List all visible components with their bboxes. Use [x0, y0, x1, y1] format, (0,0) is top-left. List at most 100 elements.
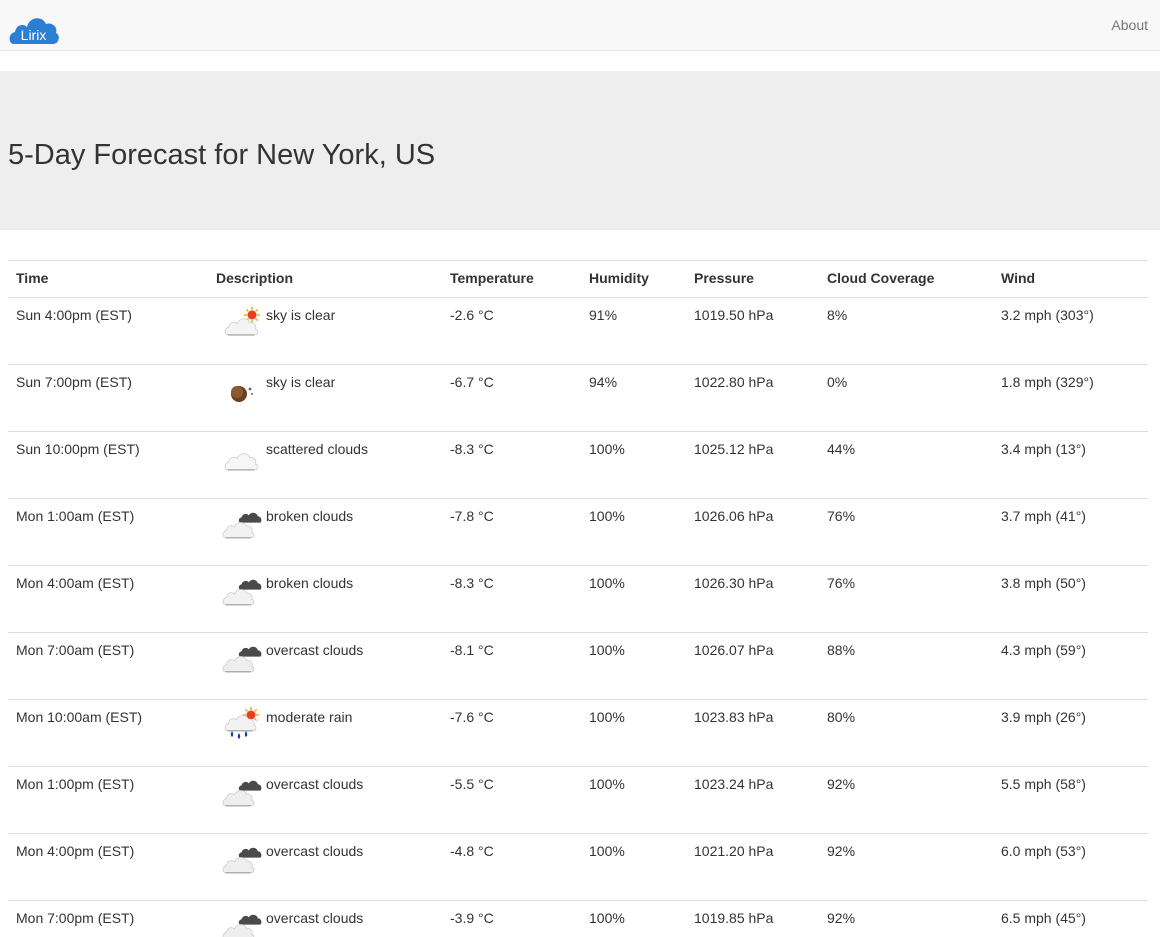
brand-logo[interactable]: Lirix — [8, 14, 59, 44]
cell-wind: 6.0 mph (53°) — [993, 833, 1148, 901]
col-header-time: Time — [8, 260, 208, 298]
cell-description: overcast clouds — [208, 833, 442, 901]
clear-day-icon — [224, 307, 260, 336]
table-row: Sun 10:00pm (EST) scattered clouds -8.3 °C… — [8, 431, 1148, 499]
cell-wind: 3.4 mph (13°) — [993, 431, 1148, 499]
cell-wind: 1.8 mph (329°) — [993, 364, 1148, 432]
broken-clouds-icon — [222, 579, 262, 606]
overcast-clouds-icon — [222, 914, 262, 937]
cell-temperature: -7.8 °C — [442, 498, 581, 566]
table-row: Sun 7:00pm (EST) sky is clear -6.7 °C 94% 10… — [8, 364, 1148, 432]
cell-pressure: 1023.24 hPa — [686, 766, 819, 834]
cell-description: broken clouds — [208, 565, 442, 633]
overcast-clouds-icon — [222, 847, 262, 874]
cell-time: Mon 4:00pm (EST) — [8, 833, 208, 901]
description-text: moderate rain — [266, 709, 353, 725]
table-header-row: Time Description Temperature Humidity Pr… — [8, 260, 1148, 298]
col-header-temperature: Temperature — [442, 260, 581, 298]
cell-humidity: 100% — [581, 498, 686, 566]
page-header: 5-Day Forecast for New York, US — [0, 71, 1160, 230]
cell-pressure: 1022.80 hPa — [686, 364, 819, 432]
cell-humidity: 94% — [581, 364, 686, 432]
cell-time: Mon 4:00am (EST) — [8, 565, 208, 633]
cell-time: Sun 7:00pm (EST) — [8, 364, 208, 432]
description-text: overcast clouds — [266, 843, 364, 859]
cell-cloud-coverage: 88% — [819, 632, 993, 700]
cell-humidity: 100% — [581, 699, 686, 767]
cell-time: Sun 4:00pm (EST) — [8, 297, 208, 365]
cell-pressure: 1021.20 hPa — [686, 833, 819, 901]
cell-wind: 4.3 mph (59°) — [993, 632, 1148, 700]
forecast-table: Time Description Temperature Humidity Pr… — [8, 260, 1148, 937]
cell-time: Sun 10:00pm (EST) — [8, 431, 208, 499]
col-header-pressure: Pressure — [686, 260, 819, 298]
cell-cloud-coverage: 44% — [819, 431, 993, 499]
table-row: Mon 10:00am (EST) moderate rain -7.6 °C 100… — [8, 699, 1148, 767]
description-text: broken clouds — [266, 508, 354, 524]
description-wrap: broken clouds — [216, 508, 434, 539]
cell-temperature: -2.6 °C — [442, 297, 581, 365]
description-wrap: overcast clouds — [216, 776, 434, 807]
cell-humidity: 100% — [581, 900, 686, 937]
forecast-table-body: Sun 4:00pm (EST) sky is clear -2.6 °C 91% 10… — [8, 297, 1148, 937]
cell-humidity: 100% — [581, 632, 686, 700]
cell-humidity: 100% — [581, 833, 686, 901]
brand-name: Lirix — [20, 27, 47, 43]
nav-about-link[interactable]: About — [1111, 16, 1148, 34]
cell-humidity: 100% — [581, 565, 686, 633]
cell-pressure: 1019.85 hPa — [686, 900, 819, 937]
table-row: Mon 4:00pm (EST) overcast clouds -4.8 °C 10… — [8, 833, 1148, 901]
page-title: 5-Day Forecast for New York, US — [8, 139, 436, 171]
description-text: broken clouds — [266, 575, 354, 591]
description-text: scattered clouds — [266, 441, 368, 457]
cell-cloud-coverage: 0% — [819, 364, 993, 432]
cell-time: Mon 1:00am (EST) — [8, 498, 208, 566]
cell-pressure: 1026.06 hPa — [686, 498, 819, 566]
cell-temperature: -3.9 °C — [442, 900, 581, 937]
cell-description: sky is clear — [208, 297, 442, 365]
cell-wind: 5.5 mph (58°) — [993, 766, 1148, 834]
table-row: Mon 7:00am (EST) overcast clouds -8.1 °C 10… — [8, 632, 1148, 700]
cell-wind: 3.9 mph (26°) — [993, 699, 1148, 767]
cell-description: overcast clouds — [208, 900, 442, 937]
cell-wind: 3.7 mph (41°) — [993, 498, 1148, 566]
col-header-description: Description — [208, 260, 442, 298]
cell-temperature: -6.7 °C — [442, 364, 581, 432]
overcast-clouds-icon — [222, 780, 262, 807]
cell-humidity: 100% — [581, 766, 686, 834]
cell-cloud-coverage: 92% — [819, 900, 993, 937]
cell-time: Mon 7:00pm (EST) — [8, 900, 208, 937]
overcast-clouds-icon — [222, 646, 262, 673]
table-row: Sun 4:00pm (EST) sky is clear -2.6 °C 91% 10… — [8, 297, 1148, 365]
cell-pressure: 1023.83 hPa — [686, 699, 819, 767]
description-wrap: broken clouds — [216, 575, 434, 606]
cell-temperature: -4.8 °C — [442, 833, 581, 901]
cell-temperature: -8.1 °C — [442, 632, 581, 700]
cell-cloud-coverage: 8% — [819, 297, 993, 365]
rain-icon — [224, 707, 259, 739]
description-wrap: overcast clouds — [216, 843, 434, 874]
description-wrap: overcast clouds — [216, 910, 434, 937]
description-wrap: sky is clear — [216, 374, 434, 404]
table-row: Mon 7:00pm (EST) overcast clouds -3.9 °C 10… — [8, 900, 1148, 937]
description-wrap: moderate rain — [216, 707, 434, 739]
cell-humidity: 91% — [581, 297, 686, 365]
cell-description: overcast clouds — [208, 632, 442, 700]
cell-cloud-coverage: 80% — [819, 699, 993, 767]
table-row: Mon 1:00pm (EST) overcast clouds -5.5 °C 10… — [8, 766, 1148, 834]
cell-temperature: -5.5 °C — [442, 766, 581, 834]
cell-time: Mon 7:00am (EST) — [8, 632, 208, 700]
cell-pressure: 1026.07 hPa — [686, 632, 819, 700]
navbar: Lirix About — [0, 0, 1160, 51]
col-header-cloud-coverage: Cloud Coverage — [819, 260, 993, 298]
cell-wind: 3.8 mph (50°) — [993, 565, 1148, 633]
cell-cloud-coverage: 92% — [819, 766, 993, 834]
cell-description: broken clouds — [208, 498, 442, 566]
cell-wind: 3.2 mph (303°) — [993, 297, 1148, 365]
clear-night-icon — [231, 386, 253, 402]
cell-pressure: 1019.50 hPa — [686, 297, 819, 365]
cell-cloud-coverage: 92% — [819, 833, 993, 901]
description-text: sky is clear — [266, 374, 336, 390]
table-row: Mon 4:00am (EST) broken clouds -8.3 °C 100%… — [8, 565, 1148, 633]
cell-temperature: -8.3 °C — [442, 565, 581, 633]
